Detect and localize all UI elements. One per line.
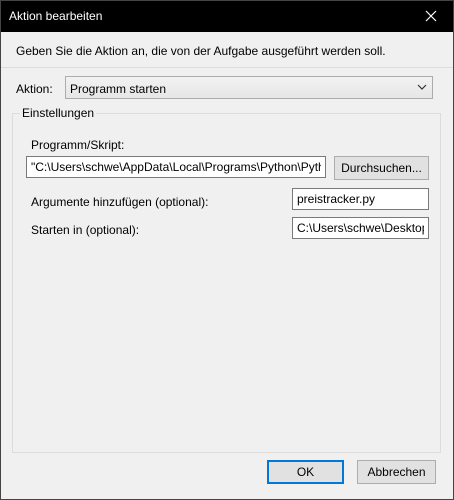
close-button[interactable] <box>409 1 453 32</box>
chevron-down-icon <box>417 84 427 90</box>
start-in-label: Starten in (optional): <box>31 223 140 237</box>
ok-button[interactable]: OK <box>267 460 344 484</box>
action-label: Aktion: <box>16 82 53 96</box>
cancel-button[interactable]: Abbrechen <box>357 460 436 484</box>
browse-button[interactable]: Durchsuchen... <box>334 156 429 180</box>
settings-legend: Einstellungen <box>20 106 97 120</box>
instruction-text: Geben Sie die Aktion an, die von der Auf… <box>16 44 386 58</box>
action-select-value: Programm starten <box>70 82 167 96</box>
window-title: Aktion bearbeiten <box>9 9 103 23</box>
divider <box>1 67 453 68</box>
dialog-window: Aktion bearbeiten Geben Sie die Aktion a… <box>0 0 454 500</box>
program-label: Programm/Skript: <box>31 138 125 152</box>
start-in-input[interactable] <box>292 217 429 239</box>
action-select[interactable]: Programm starten <box>65 76 433 99</box>
arguments-label: Argumente hinzufügen (optional): <box>31 195 209 209</box>
arguments-input[interactable] <box>292 188 429 210</box>
title-bar: Aktion bearbeiten <box>1 1 453 32</box>
program-input[interactable] <box>26 156 326 178</box>
close-icon <box>425 10 437 22</box>
